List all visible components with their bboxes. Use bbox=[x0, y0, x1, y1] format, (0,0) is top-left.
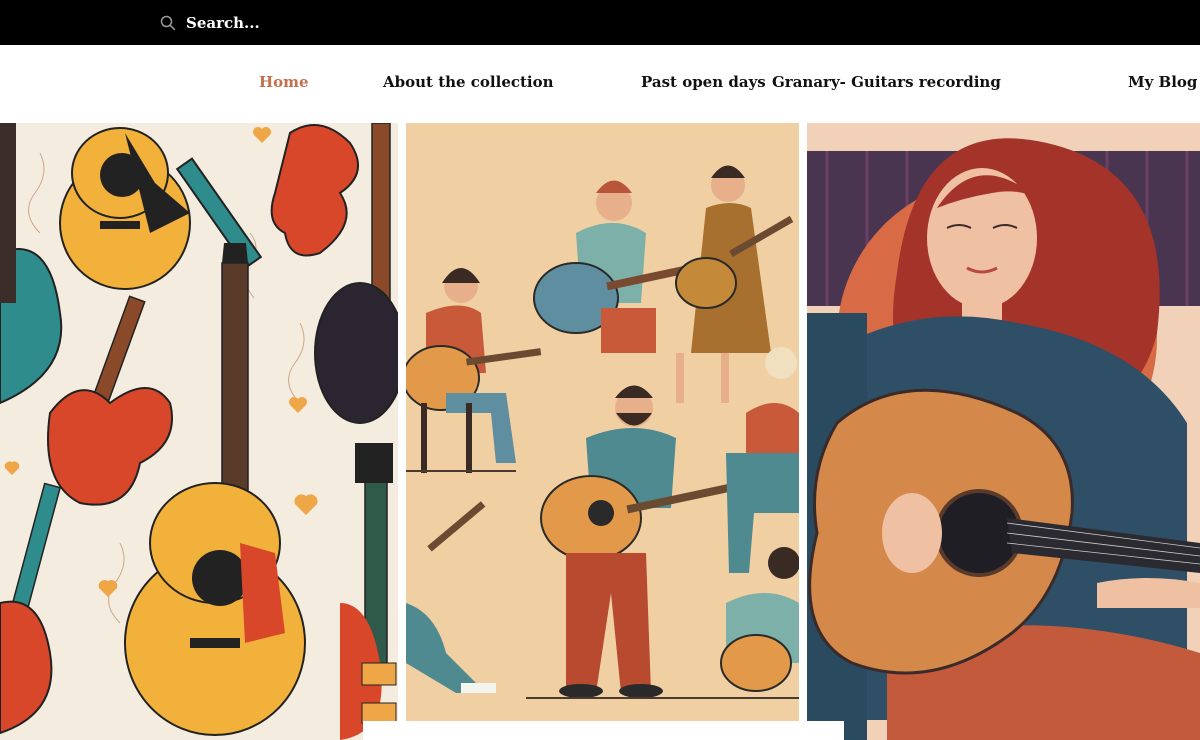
nav-item-my-blog[interactable]: My Blog bbox=[1128, 73, 1197, 91]
nav-item-past-open-days[interactable]: Past open days bbox=[641, 73, 766, 91]
top-bar bbox=[0, 0, 1200, 45]
nav-item-about-the-collection[interactable]: About the collection bbox=[383, 73, 554, 91]
gallery-image-woman-playing-guitar[interactable] bbox=[807, 123, 1200, 740]
gallery-image-guitar-pattern[interactable] bbox=[0, 123, 398, 740]
nav-item-granary-guitars-recording[interactable]: Granary- Guitars recording bbox=[772, 73, 1001, 91]
content-strip bbox=[363, 721, 844, 740]
search-input[interactable] bbox=[186, 14, 446, 32]
nav-item-home[interactable]: Home bbox=[259, 73, 309, 91]
search-box[interactable] bbox=[160, 11, 446, 35]
main-navigation: Home About the collection Past open days… bbox=[0, 45, 1200, 123]
search-icon[interactable] bbox=[160, 15, 176, 31]
gallery-image-group-playing-guitars[interactable] bbox=[406, 123, 799, 721]
